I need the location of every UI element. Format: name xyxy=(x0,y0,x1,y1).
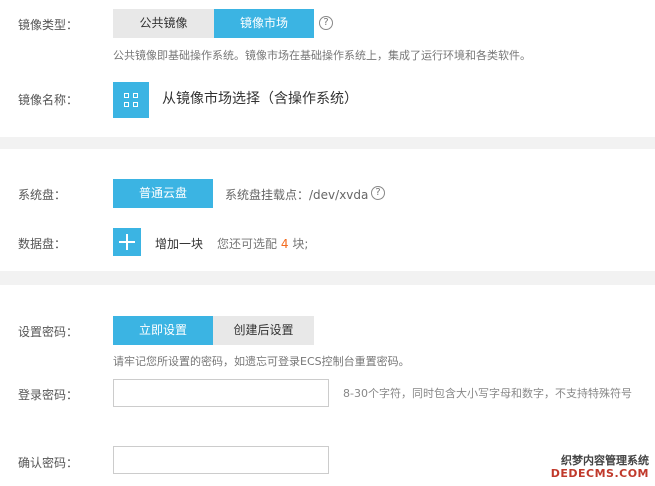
tab-set-now[interactable]: 立即设置 xyxy=(113,316,213,345)
tab-image-market[interactable]: 镜像市场 xyxy=(214,9,314,38)
remaining-prefix: 您还可选配 xyxy=(217,237,278,251)
grid-icon[interactable] xyxy=(113,82,149,118)
tab-public-image[interactable]: 公共镜像 xyxy=(113,9,214,38)
system-disk-label: 系统盘： xyxy=(18,188,67,202)
password-hint: 请牢记您所设置的密码，如遗忘可登录ECS控制台重置密码。 xyxy=(113,355,410,368)
image-panel: 镜像类型： 公共镜像 镜像市场 ? 公共镜像即基础操作系统。镜像市场在基础操作系… xyxy=(0,0,655,137)
remaining-suffix: 块; xyxy=(292,237,309,251)
disk-panel: 系统盘： 普通云盘 系统盘挂载点：/dev/xvda ? 数据盘： 增加一块 您… xyxy=(0,149,655,271)
watermark-line1: 织梦内容管理系统 xyxy=(561,454,649,467)
add-data-disk-link[interactable]: 增加一块 xyxy=(155,235,203,252)
remaining-count: 4 xyxy=(280,237,289,251)
help-icon[interactable]: ? xyxy=(371,186,385,200)
data-disk-remaining: 您还可选配 4 块; xyxy=(217,235,308,252)
plus-icon[interactable] xyxy=(113,228,141,256)
data-disk-label: 数据盘： xyxy=(18,237,67,251)
confirm-password-label: 确认密码： xyxy=(18,456,79,470)
image-type-label: 镜像类型： xyxy=(18,18,79,32)
image-type-hint: 公共镜像即基础操作系统。镜像市场在基础操作系统上，集成了运行环境和各类软件。 xyxy=(113,49,531,62)
set-password-label: 设置密码： xyxy=(18,325,79,339)
system-disk-type-button[interactable]: 普通云盘 xyxy=(113,179,213,208)
mount-point-text: 系统盘挂载点：/dev/xvda xyxy=(225,188,369,202)
login-password-label: 登录密码： xyxy=(18,388,79,402)
confirm-password-input[interactable] xyxy=(113,446,329,474)
help-icon[interactable]: ? xyxy=(319,16,333,30)
watermark-logo: 织梦内容管理系统 DEDECMS.COM xyxy=(551,454,649,480)
login-password-rule: 8-30个字符，同时包含大小写字母和数字，不支持特殊符号 xyxy=(343,387,632,400)
tab-set-later[interactable]: 创建后设置 xyxy=(213,316,314,345)
watermark-line2: DEDECMS.COM xyxy=(550,467,649,480)
image-name-label: 镜像名称： xyxy=(18,93,79,107)
image-market-select-link[interactable]: 从镜像市场选择（含操作系统） xyxy=(162,88,358,108)
